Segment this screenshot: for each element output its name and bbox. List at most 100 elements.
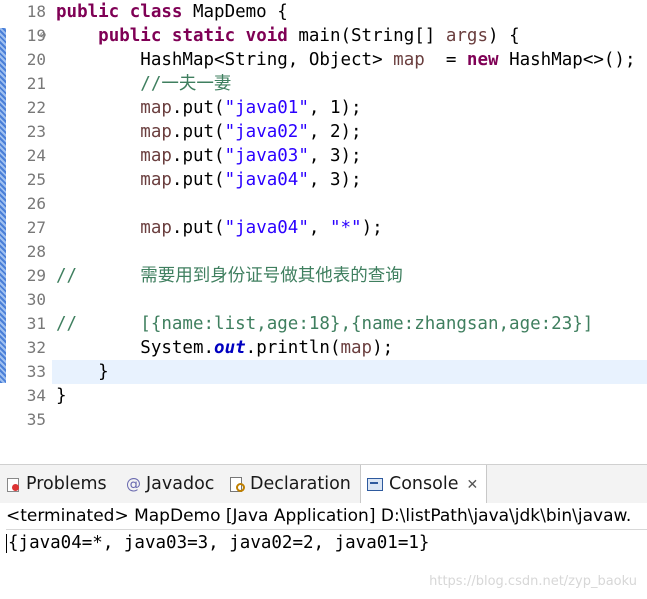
code-editor[interactable]: 18 public class MapDemo {19 ⊖ public stati… xyxy=(0,0,647,430)
code-token: "*" xyxy=(329,218,362,238)
code-line[interactable]: 33 } xyxy=(27,360,647,384)
tab-declaration-label: Declaration xyxy=(250,474,351,494)
code-line[interactable]: 19 ⊖ public static void main(String[] arg… xyxy=(0,24,647,48)
code-text: map.put("java02", 2); xyxy=(56,120,362,144)
code-text: map.put("java01", 1); xyxy=(56,96,362,120)
text-caret xyxy=(6,534,7,553)
tab-javadoc-label: Javadoc xyxy=(146,474,215,494)
code-token: } xyxy=(56,362,109,382)
code-token: , 3); xyxy=(308,146,362,166)
code-token: map xyxy=(340,338,373,358)
code-line[interactable]: 34} xyxy=(0,384,647,408)
code-token: = xyxy=(424,50,467,70)
line-number: 33 xyxy=(26,362,46,381)
code-token: , 1); xyxy=(308,98,362,118)
tab-console[interactable]: Console ✕ xyxy=(360,465,488,504)
code-line[interactable]: 25 map.put("java04", 3); xyxy=(0,168,647,192)
line-number: 23 xyxy=(26,122,46,141)
code-text: } xyxy=(56,360,109,384)
line-number: 30 xyxy=(26,290,46,309)
line-number: 35 xyxy=(26,410,46,429)
code-line[interactable]: 20 HashMap<String, Object> map = new Has… xyxy=(0,48,647,72)
problems-icon xyxy=(6,476,20,492)
code-line[interactable]: 27 map.put("java04", "*"); xyxy=(0,216,647,240)
code-token: map xyxy=(140,218,172,238)
code-line[interactable]: 35 xyxy=(0,408,647,430)
code-token: , 2); xyxy=(308,122,362,142)
code-token: } xyxy=(56,386,67,406)
code-line[interactable]: 24 map.put("java03", 3); xyxy=(0,144,647,168)
line-number: 20 xyxy=(26,50,46,69)
code-token: .put( xyxy=(171,170,225,190)
console-output[interactable]: {java04=*, java03=3, java02=2, java01=1} xyxy=(8,530,429,556)
console-status: <terminated> MapDemo [Java Application] … xyxy=(6,503,647,530)
code-line[interactable]: 18 public class MapDemo { xyxy=(0,0,647,24)
close-icon[interactable]: ✕ xyxy=(466,477,478,493)
code-token: ); xyxy=(361,218,383,238)
tab-problems[interactable]: Problems xyxy=(6,465,107,503)
line-number: 18 xyxy=(26,2,46,21)
line-number: 24 xyxy=(26,146,46,165)
line-number: 21 xyxy=(26,74,46,93)
line-number: 29 xyxy=(26,266,46,285)
code-text: // [{name:list,age:18},{name:zhangsan,ag… xyxy=(56,312,593,336)
code-text: public static void main(String[] args) { xyxy=(56,24,519,48)
code-token: args xyxy=(445,26,489,46)
code-token: System. xyxy=(56,338,215,358)
code-token: ); xyxy=(372,338,394,358)
watermark: https://blog.csdn.net/zyp_baoku xyxy=(429,574,637,589)
tab-javadoc[interactable]: @ Javadoc xyxy=(126,465,214,503)
line-number: 26 xyxy=(26,194,46,213)
code-token: public static void xyxy=(98,26,299,46)
code-text: // 需要用到身份证号做其他表的查询 xyxy=(56,264,403,288)
code-token: .put( xyxy=(171,98,225,118)
line-number: 28 xyxy=(26,242,46,261)
code-token: main(String[] xyxy=(298,26,446,46)
code-token: map xyxy=(140,98,172,118)
line-number: 25 xyxy=(26,170,46,189)
code-token: .println( xyxy=(245,338,341,358)
code-token: .put( xyxy=(171,146,225,166)
code-line[interactable]: 22 map.put("java01", 1); xyxy=(0,96,647,120)
code-token: .put( xyxy=(171,122,225,142)
code-text: map.put("java04", "*"); xyxy=(56,216,383,240)
code-token: "java02" xyxy=(224,122,309,142)
view-tab-bar: Problems @ Javadoc Declaration Console ✕ xyxy=(0,464,647,504)
code-line[interactable]: 29 // 需要用到身份证号做其他表的查询 xyxy=(0,264,647,288)
code-token: map xyxy=(140,122,172,142)
code-line[interactable]: 21 //一夫一妻 xyxy=(0,72,647,96)
tab-console-label: Console xyxy=(389,474,459,494)
code-line[interactable]: 23 map.put("java02", 2); xyxy=(0,120,647,144)
code-text: } xyxy=(56,384,67,408)
tab-declaration[interactable]: Declaration xyxy=(229,465,351,503)
code-text: public class MapDemo { xyxy=(56,0,288,24)
javadoc-icon: @ xyxy=(126,475,141,493)
code-token: map xyxy=(140,146,172,166)
code-line[interactable]: 30 xyxy=(0,288,647,312)
code-token: "java04" xyxy=(224,170,309,190)
code-line[interactable]: 31 // [{name:list,age:18},{name:zhangsan,… xyxy=(0,312,647,336)
code-line[interactable]: 28 xyxy=(0,240,647,264)
line-number: 22 xyxy=(26,98,46,117)
line-number: 32 xyxy=(26,338,46,357)
console-icon xyxy=(367,477,383,491)
code-line[interactable]: 26 xyxy=(0,192,647,216)
tab-problems-label: Problems xyxy=(26,474,107,494)
code-token: "java04" xyxy=(224,218,309,238)
code-token: , 3); xyxy=(308,170,362,190)
code-token: new xyxy=(466,50,510,70)
code-line[interactable]: 32 System.out.println(map); xyxy=(0,336,647,360)
code-token: "java03" xyxy=(224,146,309,166)
code-token: , xyxy=(308,218,330,238)
collapse-icon[interactable]: ⊖ xyxy=(40,24,46,48)
code-token: out xyxy=(214,338,246,358)
code-token: HashMap<String, Object> xyxy=(56,50,394,70)
console-view[interactable]: <terminated> MapDemo [Java Application] … xyxy=(0,503,647,599)
code-text: HashMap<String, Object> map = new HashMa… xyxy=(56,48,635,72)
code-token: //一夫一妻 xyxy=(140,74,232,94)
